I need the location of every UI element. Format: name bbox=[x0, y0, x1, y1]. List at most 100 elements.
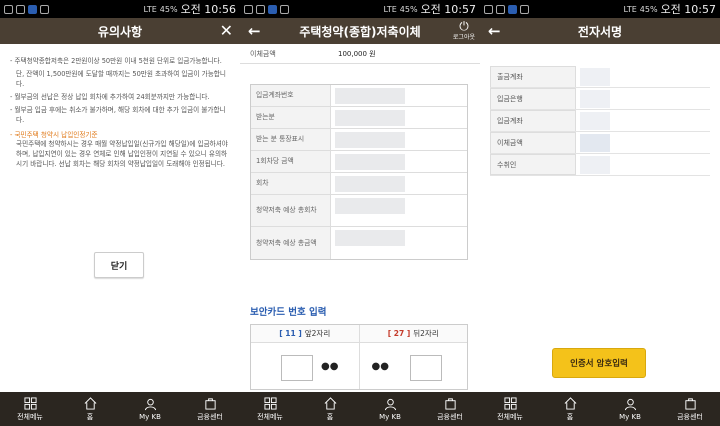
home-icon bbox=[84, 396, 96, 410]
security-card-title: 보안카드 번호 입력 bbox=[250, 307, 327, 318]
masked-value bbox=[580, 134, 610, 152]
row-label: 이체금액 bbox=[490, 132, 576, 153]
nav-finance-center[interactable]: 금융센터 bbox=[180, 392, 240, 426]
masked-value bbox=[580, 112, 610, 130]
back-arrow-icon[interactable]: ← bbox=[488, 22, 501, 40]
table-row: 받는분 bbox=[251, 107, 467, 129]
notification-icon bbox=[256, 4, 265, 14]
app-icon bbox=[28, 4, 37, 14]
close-button[interactable]: 닫기 bbox=[94, 252, 144, 278]
nav-label: 홈 bbox=[566, 412, 574, 421]
masked-digits: ●● bbox=[321, 361, 339, 372]
logout-label: 로그아웃 bbox=[452, 34, 475, 41]
nav-label: 금융센터 bbox=[677, 412, 703, 421]
nav-home[interactable]: 홈 bbox=[300, 392, 360, 426]
notice-subtext: 국민주택에 청약하시는 경우 매월 약정납입일(신규가입 해당일)에 입금하셔야… bbox=[16, 140, 228, 168]
status-bar: LTE 45% 오전 10:57 bbox=[480, 0, 720, 18]
grid-icon bbox=[263, 396, 277, 410]
app-icon bbox=[268, 4, 277, 14]
security-card-right: [ 27 ] 뒤2자리 ●● bbox=[358, 325, 467, 389]
bottom-nav: 전체메뉴 홈 My KB 금융센터 bbox=[0, 392, 240, 426]
nav-finance-center[interactable]: 금융센터 bbox=[660, 392, 720, 426]
nav-home[interactable]: 홈 bbox=[60, 392, 120, 426]
person-icon bbox=[384, 398, 396, 410]
row-label: 출금계좌 bbox=[490, 66, 576, 87]
transfer-info-table: 입금계좌번호 받는분 받는 분 통장표시 1회차당 금액 회차 청약저축 예상 … bbox=[250, 84, 468, 260]
table-row: 이체금액 bbox=[490, 132, 710, 154]
bag-icon bbox=[444, 397, 456, 410]
notification-icon bbox=[40, 4, 49, 14]
battery-label: 45% bbox=[159, 4, 178, 14]
nav-label: My KB bbox=[139, 412, 161, 421]
table-row: 받는 분 통장표시 bbox=[251, 129, 467, 151]
nav-mykb[interactable]: My KB bbox=[360, 392, 420, 426]
nav-all-menu[interactable]: 전체메뉴 bbox=[240, 392, 300, 426]
security-digit-input[interactable] bbox=[409, 355, 442, 381]
notification-icon bbox=[280, 4, 289, 14]
amount-label: 이체금액 bbox=[250, 49, 276, 58]
masked-value bbox=[335, 230, 405, 246]
security-digit-input[interactable] bbox=[281, 355, 313, 381]
security-index: [ 27 ] bbox=[387, 329, 411, 338]
signature-content: 출금계좌 입금은행 입금계좌 이체금액 수취인 인증서 암호입력 bbox=[480, 44, 720, 392]
battery-label: 45% bbox=[399, 4, 418, 14]
transfer-content: 이체금액 100,000 원 입금계좌번호 받는분 받는 분 통장표시 1회차당… bbox=[240, 44, 480, 392]
masked-value bbox=[335, 132, 405, 148]
masked-value bbox=[335, 176, 405, 192]
app-icon bbox=[508, 4, 517, 14]
close-icon[interactable]: ✕ bbox=[220, 21, 233, 40]
certificate-password-button[interactable]: 인증서 암호입력 bbox=[552, 348, 646, 378]
notification-icon bbox=[484, 4, 493, 14]
amount-value: 100,000 원 bbox=[338, 49, 376, 58]
logout-button[interactable]: ⏻ 로그아웃 bbox=[453, 20, 475, 41]
nav-mykb[interactable]: My KB bbox=[120, 392, 180, 426]
row-label: 입금은행 bbox=[490, 88, 576, 109]
masked-value bbox=[580, 90, 610, 108]
battery-label: 45% bbox=[639, 4, 658, 14]
back-arrow-icon[interactable]: ← bbox=[248, 22, 261, 40]
notification-icon bbox=[496, 4, 505, 14]
page-title: 주택청약(종합)저축이체 bbox=[299, 24, 421, 39]
bottom-nav: 전체메뉴 홈 My KB 금융센터 bbox=[480, 392, 720, 426]
home-icon bbox=[564, 396, 576, 410]
notification-icon bbox=[4, 4, 13, 14]
bag-icon bbox=[684, 397, 696, 410]
title-bar: ← 전자서명 bbox=[480, 18, 720, 44]
masked-value bbox=[335, 88, 405, 104]
table-row: 청약저축 예상 총금액 bbox=[251, 227, 467, 259]
bottom-nav: 전체메뉴 홈 My KB 금융센터 bbox=[240, 392, 480, 426]
network-label: LTE bbox=[143, 4, 157, 14]
nav-finance-center[interactable]: 금융센터 bbox=[420, 392, 480, 426]
nav-label: My KB bbox=[379, 412, 401, 421]
clock: 오전 10:57 bbox=[660, 3, 716, 16]
home-icon bbox=[324, 396, 336, 410]
notice-content: - 주택청약종합저축은 2만원이상 50만원 이내 5천원 단위로 입금가능합니… bbox=[0, 44, 240, 392]
bag-icon bbox=[204, 397, 216, 410]
nav-mykb[interactable]: My KB bbox=[600, 392, 660, 426]
notice-item: 단, 잔액이 1,500만원에 도달할 때까지는 50만원 초과하여 입금이 가… bbox=[16, 70, 226, 88]
masked-value bbox=[580, 156, 610, 174]
page-title: 전자서명 bbox=[577, 24, 623, 39]
nav-all-menu[interactable]: 전체메뉴 bbox=[480, 392, 540, 426]
notification-icon bbox=[16, 4, 25, 14]
security-card-input: [ 11 ] 앞2자리 ●● [ 27 ] 뒤2자리 ●● bbox=[250, 324, 468, 390]
nav-home[interactable]: 홈 bbox=[540, 392, 600, 426]
nav-label: 홈 bbox=[86, 412, 94, 421]
masked-value bbox=[335, 110, 405, 126]
notice-highlight: - 국민주택 청약시 납입인정기준 bbox=[10, 131, 98, 139]
security-index: [ 11 ] bbox=[279, 329, 302, 338]
clock: 오전 10:56 bbox=[180, 3, 236, 16]
row-label: 받는 분 통장표시 bbox=[251, 129, 331, 150]
table-row: 1회차당 금액 bbox=[251, 151, 467, 173]
nav-label: 금융센터 bbox=[197, 412, 223, 421]
nav-label: My KB bbox=[619, 412, 641, 421]
title-bar: ← 주택청약(종합)저축이체 ⏻ 로그아웃 bbox=[240, 18, 480, 44]
nav-label: 전체메뉴 bbox=[17, 412, 43, 421]
notice-item: - 주택청약종합저축은 2만원이상 50만원 이내 5천원 단위로 입금가능합니… bbox=[10, 57, 222, 65]
nav-all-menu[interactable]: 전체메뉴 bbox=[0, 392, 60, 426]
masked-value bbox=[335, 198, 405, 214]
notification-icon bbox=[520, 4, 529, 14]
table-row: 회차 bbox=[251, 173, 467, 195]
signature-table: 출금계좌 입금은행 입금계좌 이체금액 수취인 bbox=[490, 66, 710, 176]
table-row: 청약저축 예상 총회차 bbox=[251, 195, 467, 227]
